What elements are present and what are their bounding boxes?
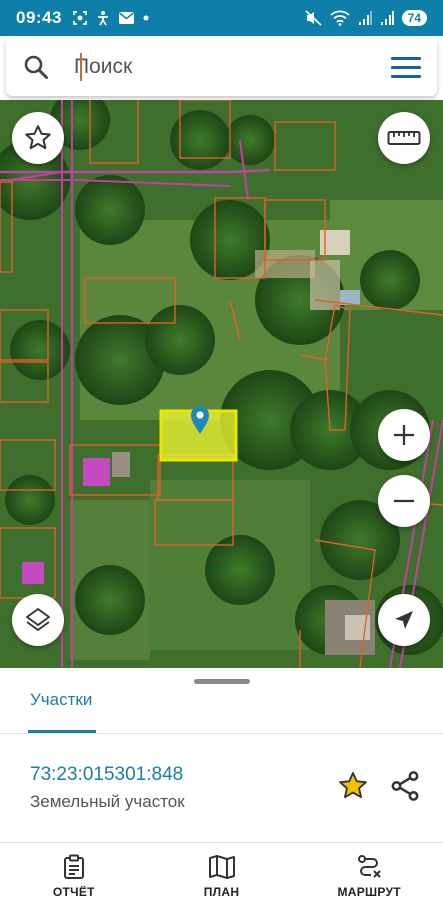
divider bbox=[0, 733, 443, 734]
tab-parcels[interactable]: Участки bbox=[30, 690, 92, 710]
zoom-out-button[interactable] bbox=[378, 475, 430, 527]
minus-icon bbox=[394, 499, 414, 503]
satellite-map[interactable] bbox=[0, 100, 443, 668]
hamburger-menu-icon bbox=[391, 56, 421, 60]
screenshot-icon bbox=[73, 11, 87, 25]
nav-report[interactable]: ОТЧЁТ bbox=[0, 843, 148, 910]
report-icon bbox=[63, 854, 84, 879]
star-outline-icon bbox=[25, 125, 51, 150]
bottom-navigation: ОТЧЁТ ПЛАН МАРШРУТ bbox=[0, 842, 443, 910]
share-icon[interactable] bbox=[388, 769, 422, 803]
status-time: 09:43 bbox=[16, 8, 62, 27]
battery-level: 74 bbox=[401, 10, 427, 26]
ruler-icon bbox=[387, 131, 421, 145]
navigation-arrow-icon bbox=[395, 611, 413, 629]
notification-dot-icon bbox=[143, 15, 149, 21]
mute-icon bbox=[305, 10, 322, 26]
nav-report-label: ОТЧЁТ bbox=[52, 885, 95, 899]
ruler-button[interactable] bbox=[378, 112, 430, 164]
plus-icon bbox=[394, 425, 414, 445]
accessibility-icon bbox=[97, 11, 108, 26]
layers-button[interactable] bbox=[12, 594, 64, 646]
wifi-icon bbox=[330, 10, 350, 26]
app-screen: 09:43 74 Поиск Участки 73:23:015301:848 … bbox=[0, 0, 443, 910]
layers-icon bbox=[26, 608, 50, 631]
menu-button[interactable] bbox=[375, 56, 437, 78]
zoom-in-button[interactable] bbox=[378, 409, 430, 461]
search-input[interactable] bbox=[66, 38, 375, 96]
star-filled-icon[interactable] bbox=[336, 769, 370, 803]
mail-icon bbox=[118, 12, 134, 24]
bottom-sheet: Участки 73:23:015301:848 Земельный участ… bbox=[0, 668, 443, 842]
sheet-drag-handle[interactable] bbox=[194, 679, 250, 684]
nav-route[interactable]: МАРШРУТ bbox=[295, 843, 443, 910]
map-icon bbox=[208, 855, 235, 879]
signal-icon-2 bbox=[380, 11, 394, 25]
search-icon bbox=[24, 55, 48, 79]
parcel-type: Земельный участок bbox=[30, 792, 185, 811]
text-caret bbox=[80, 53, 82, 81]
nav-plan-label: ПЛАН bbox=[203, 885, 240, 899]
nav-plan[interactable]: ПЛАН bbox=[148, 843, 296, 910]
favorite-button[interactable] bbox=[12, 112, 64, 164]
locate-button[interactable] bbox=[378, 594, 430, 646]
parcel-cadastral-number[interactable]: 73:23:015301:848 bbox=[30, 764, 183, 786]
nav-route-label: МАРШРУТ bbox=[337, 885, 401, 899]
map-view[interactable] bbox=[0, 100, 443, 668]
signal-icon-1 bbox=[358, 11, 372, 25]
status-bar: 09:43 74 bbox=[0, 0, 443, 36]
route-icon bbox=[358, 855, 381, 878]
search-bar bbox=[6, 38, 437, 96]
